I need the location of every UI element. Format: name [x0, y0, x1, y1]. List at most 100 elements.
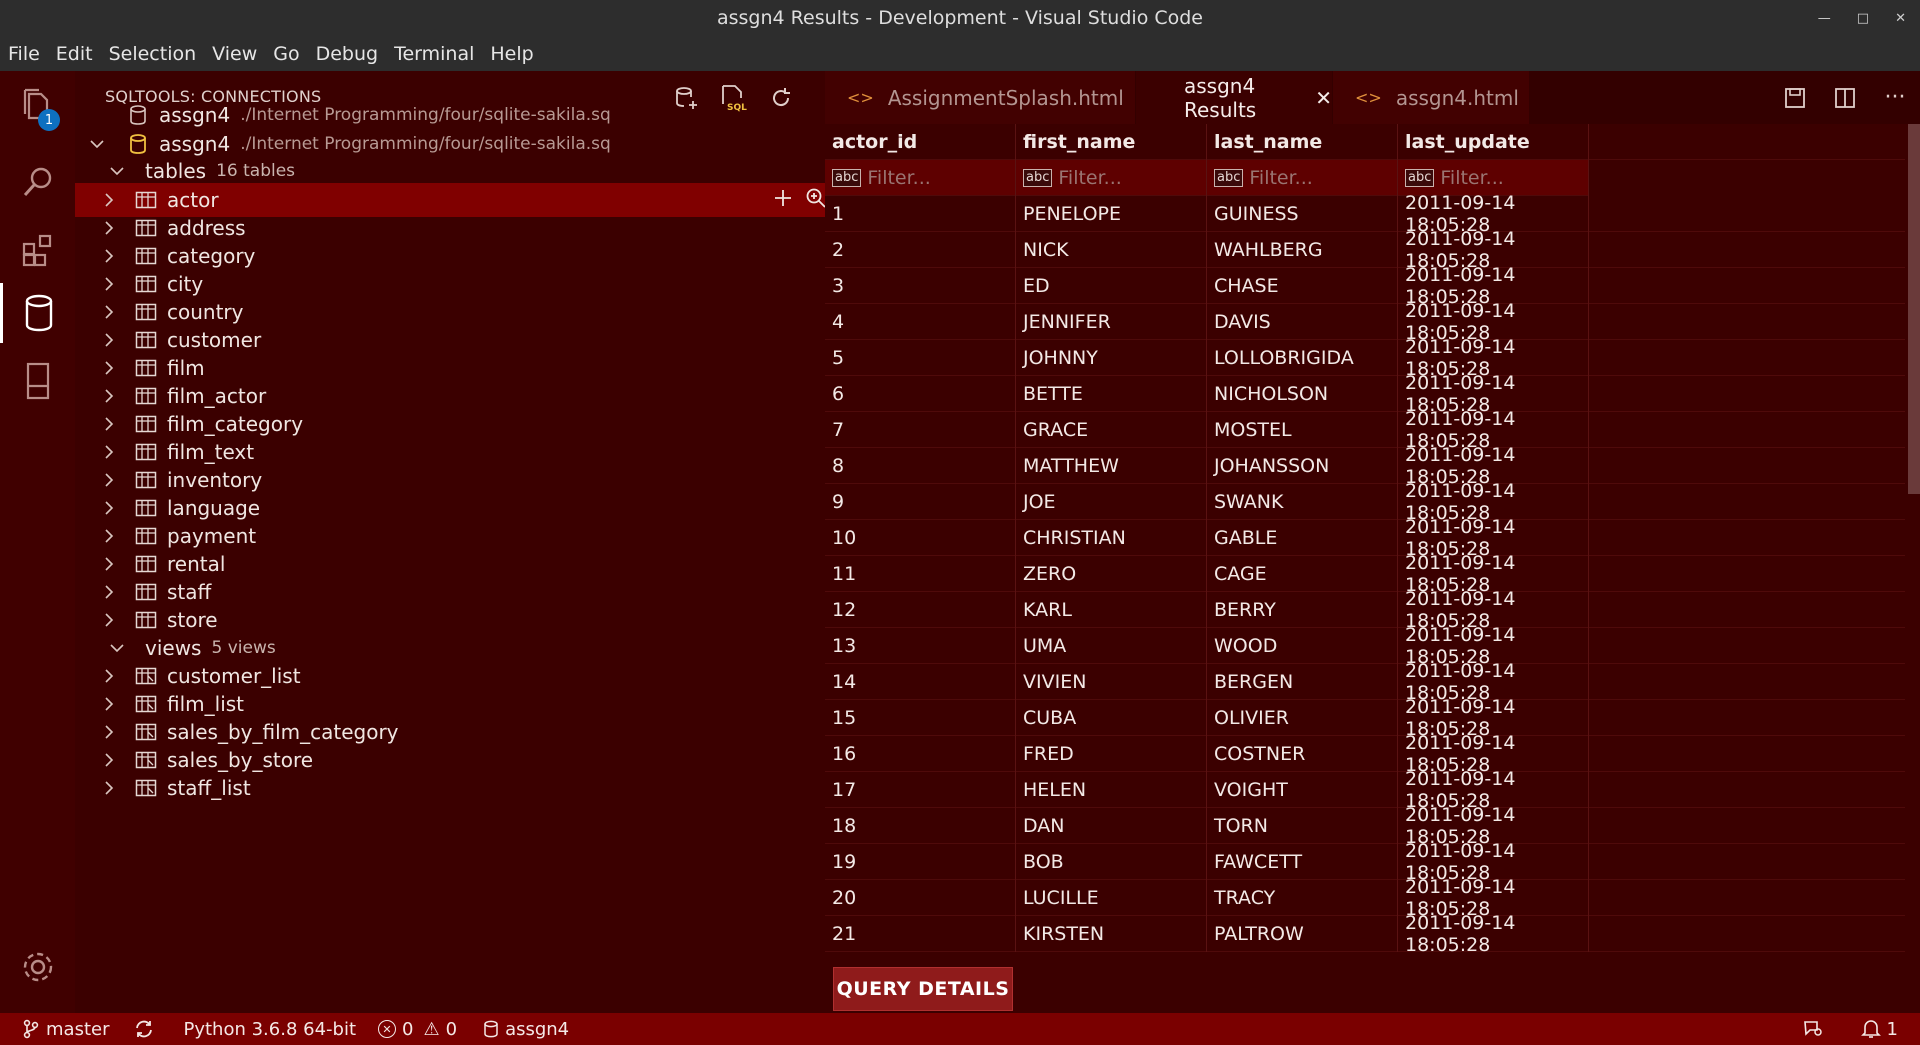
- cell-last-name[interactable]: VOIGHT: [1207, 771, 1398, 808]
- sync-button[interactable]: [133, 1019, 155, 1039]
- cell-last-update[interactable]: 2011-09-14 18:05:28: [1398, 264, 1589, 308]
- cell-actor-id[interactable]: 17: [825, 771, 1016, 808]
- cell-actor-id[interactable]: 4: [825, 303, 1016, 340]
- cell-first-name[interactable]: CUBA: [1016, 699, 1207, 736]
- cell-first-name[interactable]: NICK: [1016, 231, 1207, 268]
- cell-first-name[interactable]: GRACE: [1016, 411, 1207, 448]
- cell-last-name[interactable]: FAWCETT: [1207, 843, 1398, 880]
- cell-first-name[interactable]: CHRISTIAN: [1016, 519, 1207, 556]
- cell-actor-id[interactable]: 3: [825, 267, 1016, 304]
- cell-actor-id[interactable]: 15: [825, 699, 1016, 736]
- cell-last-update[interactable]: 2011-09-14 18:05:28: [1398, 300, 1589, 344]
- cell-last-update[interactable]: 2011-09-14 18:05:28: [1398, 804, 1589, 848]
- table-row[interactable]: 6 BETTE NICHOLSON 2011-09-14 18:05:28: [825, 372, 1905, 416]
- cell-last-name[interactable]: MOSTEL: [1207, 411, 1398, 448]
- cell-last-update[interactable]: 2011-09-14 18:05:28: [1398, 336, 1589, 380]
- cell-actor-id[interactable]: 14: [825, 663, 1016, 700]
- menu-edit[interactable]: Edit: [48, 43, 101, 65]
- cell-last-name[interactable]: TORN: [1207, 807, 1398, 844]
- cell-last-name[interactable]: COSTNER: [1207, 735, 1398, 772]
- table-row[interactable]: 9 JOE SWANK 2011-09-14 18:05:28: [825, 480, 1905, 524]
- cell-last-update[interactable]: 2011-09-14 18:05:28: [1398, 876, 1589, 920]
- cell-last-name[interactable]: SWANK: [1207, 483, 1398, 520]
- table-row[interactable]: 4 JENNIFER DAVIS 2011-09-14 18:05:28: [825, 300, 1905, 344]
- cell-first-name[interactable]: JOHNNY: [1016, 339, 1207, 376]
- cell-last-name[interactable]: CHASE: [1207, 267, 1398, 304]
- cell-actor-id[interactable]: 8: [825, 447, 1016, 484]
- column-filter-last-name[interactable]: abc Filter...: [1207, 159, 1398, 196]
- cell-first-name[interactable]: LUCILLE: [1016, 879, 1207, 916]
- branch-status[interactable]: master: [22, 1019, 109, 1040]
- cell-first-name[interactable]: ZERO: [1016, 555, 1207, 592]
- cell-first-name[interactable]: MATTHEW: [1016, 447, 1207, 484]
- tab-assgn4-html[interactable]: <> assgn4.html: [1333, 71, 1529, 124]
- column-header-first-name[interactable]: first_name: [1016, 124, 1207, 160]
- explorer-activity[interactable]: 1: [0, 75, 75, 135]
- cell-actor-id[interactable]: 7: [825, 411, 1016, 448]
- search-activity[interactable]: [0, 153, 75, 213]
- table-row[interactable]: 17 HELEN VOIGHT 2011-09-14 18:05:28: [825, 768, 1905, 812]
- cell-last-name[interactable]: TRACY: [1207, 879, 1398, 916]
- cell-first-name[interactable]: VIVIEN: [1016, 663, 1207, 700]
- cell-actor-id[interactable]: 2: [825, 231, 1016, 268]
- cell-first-name[interactable]: ED: [1016, 267, 1207, 304]
- cell-actor-id[interactable]: 10: [825, 519, 1016, 556]
- grid-scrollbar-thumb[interactable]: [1908, 124, 1920, 494]
- table-row[interactable]: 8 MATTHEW JOHANSSON 2011-09-14 18:05:28: [825, 444, 1905, 488]
- cell-last-update[interactable]: 2011-09-14 18:05:28: [1398, 552, 1589, 596]
- menu-selection[interactable]: Selection: [101, 43, 205, 65]
- cell-first-name[interactable]: PENELOPE: [1016, 195, 1207, 232]
- problems-status[interactable]: ✕ 0 ⚠ 0: [378, 1019, 457, 1040]
- cell-last-update[interactable]: 2011-09-14 18:05:28: [1398, 696, 1589, 740]
- cell-last-update[interactable]: 2011-09-14 18:05:28: [1398, 228, 1589, 272]
- cell-last-name[interactable]: JOHANSSON: [1207, 447, 1398, 484]
- cell-actor-id[interactable]: 16: [825, 735, 1016, 772]
- column-filter-last-update[interactable]: abc Filter...: [1398, 159, 1589, 196]
- column-header-actor-id[interactable]: actor_id: [825, 124, 1016, 160]
- add-icon[interactable]: [773, 188, 793, 213]
- query-details-button[interactable]: QUERY DETAILS: [833, 967, 1013, 1011]
- cell-last-name[interactable]: CAGE: [1207, 555, 1398, 592]
- cell-actor-id[interactable]: 12: [825, 591, 1016, 628]
- minimize-icon[interactable]: —: [1818, 11, 1831, 26]
- table-row[interactable]: 1 PENELOPE GUINESS 2011-09-14 18:05:28: [825, 192, 1905, 236]
- active-connection-status[interactable]: assgn4: [483, 1019, 569, 1040]
- cell-last-name[interactable]: DAVIS: [1207, 303, 1398, 340]
- cell-actor-id[interactable]: 18: [825, 807, 1016, 844]
- cell-actor-id[interactable]: 6: [825, 375, 1016, 412]
- cell-last-update[interactable]: 2011-09-14 18:05:28: [1398, 912, 1589, 956]
- cell-last-update[interactable]: 2011-09-14 18:05:28: [1398, 372, 1589, 416]
- cell-last-name[interactable]: NICHOLSON: [1207, 375, 1398, 412]
- cell-last-update[interactable]: 2011-09-14 18:05:28: [1398, 480, 1589, 524]
- table-row[interactable]: 14 VIVIEN BERGEN 2011-09-14 18:05:28: [825, 660, 1905, 704]
- cell-actor-id[interactable]: 21: [825, 915, 1016, 952]
- table-row[interactable]: 5 JOHNNY LOLLOBRIGIDA 2011-09-14 18:05:28: [825, 336, 1905, 380]
- cell-first-name[interactable]: HELEN: [1016, 771, 1207, 808]
- column-header-last-update[interactable]: last_update: [1398, 124, 1589, 160]
- column-header-last-name[interactable]: last_name: [1207, 124, 1398, 160]
- cell-first-name[interactable]: DAN: [1016, 807, 1207, 844]
- close-tab-icon[interactable]: ✕: [1315, 86, 1332, 110]
- cell-last-update[interactable]: 2011-09-14 18:05:28: [1398, 840, 1589, 884]
- tab-assignment-splash[interactable]: <> AssignmentSplash.html: [825, 71, 1135, 124]
- cell-last-update[interactable]: 2011-09-14 18:05:28: [1398, 192, 1589, 236]
- cell-last-name[interactable]: OLIVIER: [1207, 699, 1398, 736]
- cell-actor-id[interactable]: 20: [825, 879, 1016, 916]
- cell-last-update[interactable]: 2011-09-14 18:05:28: [1398, 444, 1589, 488]
- close-window-icon[interactable]: ✕: [1895, 11, 1906, 26]
- cell-last-name[interactable]: WAHLBERG: [1207, 231, 1398, 268]
- cell-last-update[interactable]: 2011-09-14 18:05:28: [1398, 624, 1589, 668]
- cell-last-update[interactable]: 2011-09-14 18:05:28: [1398, 768, 1589, 812]
- table-row[interactable]: 21 KIRSTEN PALTROW 2011-09-14 18:05:28: [825, 912, 1905, 956]
- menu-go[interactable]: Go: [265, 43, 307, 65]
- cell-last-name[interactable]: WOOD: [1207, 627, 1398, 664]
- cell-actor-id[interactable]: 9: [825, 483, 1016, 520]
- cell-last-name[interactable]: LOLLOBRIGIDA: [1207, 339, 1398, 376]
- cell-last-name[interactable]: GABLE: [1207, 519, 1398, 556]
- column-filter-actor-id[interactable]: abc Filter...: [825, 159, 1016, 196]
- bookmarks-activity[interactable]: [0, 351, 75, 411]
- table-row[interactable]: 16 FRED COSTNER 2011-09-14 18:05:28: [825, 732, 1905, 776]
- table-row[interactable]: 2 NICK WAHLBERG 2011-09-14 18:05:28: [825, 228, 1905, 272]
- table-row[interactable]: 3 ED CHASE 2011-09-14 18:05:28: [825, 264, 1905, 308]
- tab-assgn4-results[interactable]: assgn4 Results ✕: [1136, 71, 1332, 124]
